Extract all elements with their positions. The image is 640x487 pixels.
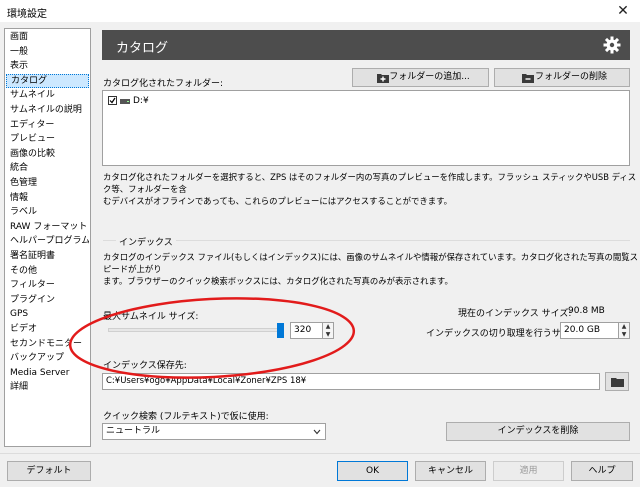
ok-button[interactable]: OK: [337, 461, 408, 481]
close-icon[interactable]: ✕: [612, 1, 634, 21]
catalog-description: カタログ化されたフォルダーを選択すると、ZPS はそのフォルダー内の写真のプレビ…: [103, 172, 637, 206]
quick-search-label: クイック検索 (フルテキスト)で仮に使用:: [103, 412, 269, 422]
sidebar-item[interactable]: ヘルパープログラム: [6, 234, 89, 248]
footer-divider: [0, 453, 640, 454]
sidebar-item[interactable]: 統合: [6, 161, 89, 175]
index-description: カタログのインデックス ファイル(もしくはインデックス)には、画像のサムネイルや…: [103, 252, 639, 286]
sidebar-item[interactable]: 画面: [6, 30, 89, 44]
sidebar-item[interactable]: 表示: [6, 59, 89, 73]
sidebar-item[interactable]: 色管理: [6, 176, 89, 190]
index-section-title: インデックス: [116, 235, 176, 248]
sidebar-item[interactable]: 情報: [6, 191, 89, 205]
quick-search-select[interactable]: ニュートラル: [102, 423, 326, 440]
sidebar-item[interactable]: ラベル: [6, 205, 89, 219]
chevron-down-icon: [313, 429, 321, 435]
current-index-size-value: 90.8 MB: [568, 306, 605, 316]
sidebar-item[interactable]: サムネイル: [6, 88, 89, 102]
sidebar-item[interactable]: エディター: [6, 118, 89, 132]
sidebar-item[interactable]: プレビュー: [6, 132, 89, 146]
drive-icon: [120, 99, 130, 104]
delete-index-button[interactable]: インデックスを削除: [446, 422, 630, 441]
current-index-size-label: 現在のインデックス サイズ:: [458, 309, 572, 319]
title-bar: 環境設定 ✕: [0, 0, 640, 22]
folder-remove-icon: [522, 74, 534, 83]
quick-search-value: ニュートラル: [106, 426, 161, 436]
folder-checkbox[interactable]: [108, 96, 117, 105]
default-button[interactable]: デフォルト: [7, 461, 91, 481]
gear-icon[interactable]: [602, 35, 622, 55]
trim-size-label: インデックスの切り取理を行うサイズ:: [426, 329, 582, 339]
folder-name[interactable]: D:¥: [133, 96, 149, 106]
folder-icon: [611, 378, 624, 387]
sidebar-item[interactable]: サムネイルの説明: [6, 103, 89, 117]
sidebar-item[interactable]: RAW フォーマット: [6, 220, 89, 234]
annotation-ellipse: [68, 297, 356, 379]
add-folder-button[interactable]: フォルダーの追加...: [352, 68, 489, 87]
browse-folder-button[interactable]: [605, 372, 629, 391]
sidebar-item[interactable]: その他: [6, 264, 89, 278]
remove-folder-button[interactable]: フォルダーの削除: [494, 68, 630, 87]
sidebar-item[interactable]: 署名証明書: [6, 249, 89, 263]
page-title: カタログ: [116, 41, 169, 56]
help-button[interactable]: ヘルプ: [571, 461, 633, 481]
section-header: カタログ: [102, 30, 630, 60]
section-divider: [103, 240, 630, 241]
sidebar-item[interactable]: カタログ: [6, 73, 89, 88]
spin-up-icon[interactable]: ▲: [619, 323, 629, 331]
sidebar-item[interactable]: 一般: [6, 45, 89, 59]
folder-add-icon: [377, 74, 389, 83]
trim-size-input[interactable]: 20.0 GB: [560, 322, 619, 339]
window-title: 環境設定: [7, 9, 47, 20]
catalog-folder-list[interactable]: D:¥: [102, 90, 630, 166]
cancel-button[interactable]: キャンセル: [415, 461, 486, 481]
apply-button[interactable]: 適用: [493, 461, 564, 481]
folders-label: カタログ化されたフォルダー:: [103, 79, 224, 89]
sidebar-item[interactable]: 画像の比較: [6, 147, 89, 161]
sidebar-item[interactable]: フィルター: [6, 278, 89, 292]
trim-size-stepper[interactable]: ▲ ▼: [618, 322, 630, 339]
spin-down-icon[interactable]: ▼: [619, 331, 629, 339]
